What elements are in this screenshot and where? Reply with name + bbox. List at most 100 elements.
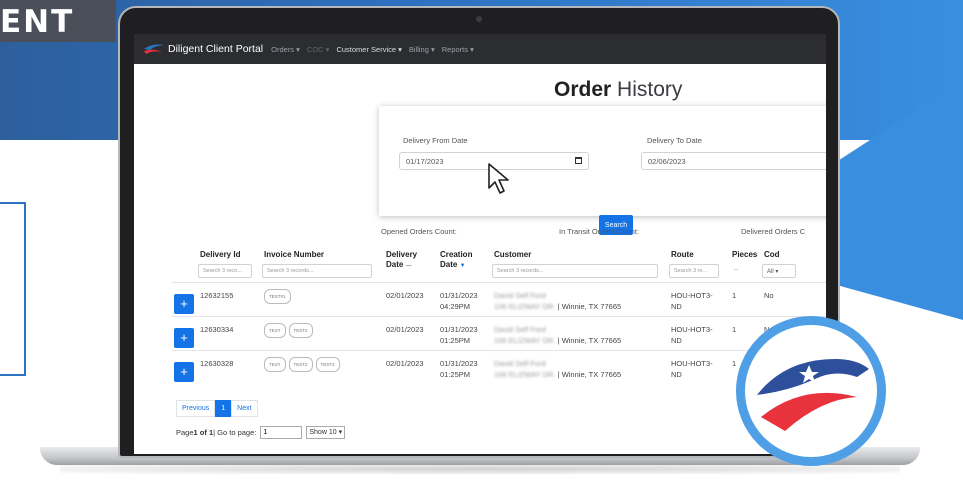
page-1-button[interactable]: 1 xyxy=(215,400,232,417)
pagination: Previous 1 Next xyxy=(176,400,258,417)
cell-invoice-tags: TEST TEST2 xyxy=(264,323,316,338)
creation-date: 01/31/2023 xyxy=(440,359,478,368)
route-line1: HOU-HOT3- xyxy=(671,291,713,300)
banner-title-box: ENT xyxy=(0,0,116,42)
col-customer[interactable]: Customer xyxy=(494,250,531,260)
to-date-input[interactable]: 02/06/2023 xyxy=(641,152,826,170)
route-line1: HOU-HOT3- xyxy=(671,359,713,368)
row-divider xyxy=(172,316,826,317)
col-delivery-date-line1: Delivery xyxy=(386,250,418,259)
customer-filter-input[interactable]: Search 3 records... xyxy=(492,264,658,278)
next-page-button[interactable]: Next xyxy=(231,400,258,417)
from-date-value: 01/17/2023 xyxy=(406,157,444,166)
mouse-cursor-icon xyxy=(488,163,509,194)
route-line2: ND xyxy=(671,336,682,345)
creation-time: 04:29PM xyxy=(440,302,471,311)
expand-row-button[interactable]: + xyxy=(174,294,194,314)
col-cod[interactable]: Cod xyxy=(764,250,780,260)
sort-desc-icon: ▼ xyxy=(459,263,466,269)
expand-row-button[interactable]: + xyxy=(174,362,194,382)
cell-delivery-id[interactable]: 12630328 xyxy=(200,358,233,369)
cell-pieces: 1 xyxy=(732,325,737,334)
page-prefix: Page xyxy=(176,428,194,437)
camera-icon xyxy=(476,16,482,22)
cell-invoice-tags: TEST#1 xyxy=(264,289,294,304)
sort-indicator-icon: — xyxy=(405,263,412,269)
cod-filter-select[interactable]: All ▾ xyxy=(762,264,796,278)
route-line1: HOU-HOT3- xyxy=(671,325,713,334)
nav-reports[interactable]: Reports ▾ xyxy=(442,45,474,54)
brand-name[interactable]: Diligent Client Portal xyxy=(168,43,263,55)
cell-delivery-date: 02/01/2023 xyxy=(386,291,424,300)
cell-delivery-id[interactable]: 12632155 xyxy=(200,290,233,301)
creation-time: 01:25PM xyxy=(440,370,471,379)
delivery-id-filter-input[interactable]: Search 3 reco... xyxy=(198,264,252,278)
cell-route: HOU-HOT3- ND xyxy=(671,324,713,346)
nav-orders[interactable]: Orders ▾ xyxy=(271,45,300,54)
from-date-label: Delivery From Date xyxy=(403,136,468,145)
cell-delivery-id[interactable]: 12630334 xyxy=(200,324,233,335)
page-title-rest: History xyxy=(611,78,683,101)
goto-page-input[interactable] xyxy=(260,426,303,439)
cell-pieces: 1 xyxy=(732,359,737,368)
col-invoice-number[interactable]: Invoice Number xyxy=(264,250,324,260)
laptop-shadow xyxy=(60,464,900,474)
laptop-lid: Diligent Client Portal Orders ▾ COC ▾ Cu… xyxy=(118,6,840,458)
background-outline-box xyxy=(0,202,26,376)
top-navbar: Diligent Client Portal Orders ▾ COC ▾ Cu… xyxy=(134,34,826,64)
page-title-bold: Order xyxy=(554,78,612,101)
nav-customer-service[interactable]: Customer Service ▾ xyxy=(336,45,401,54)
previous-page-button[interactable]: Previous xyxy=(176,400,216,417)
col-delivery-date[interactable]: Delivery Date — xyxy=(386,250,417,271)
creation-time: 01:25PM xyxy=(440,336,471,345)
cell-creation-date: 01/31/2023 01:25PM xyxy=(440,324,478,346)
route-filter-input[interactable]: Search 3 re... xyxy=(669,264,719,278)
invoice-tag: TEST2 xyxy=(288,323,313,338)
cell-pieces: 1 xyxy=(732,291,737,300)
cod-filter-value: All xyxy=(767,269,774,275)
cell-invoice-tags: TEST TEST2 TEST3 xyxy=(264,357,343,372)
invoice-tag: TEST xyxy=(264,323,286,338)
opened-orders-count: Opened Orders Count: xyxy=(381,227,457,236)
to-date-label: Delivery To Date xyxy=(647,136,702,145)
goto-label: | Go to page: xyxy=(213,428,257,437)
col-delivery-id[interactable]: Delivery Id xyxy=(200,250,240,260)
cell-delivery-date: 02/01/2023 xyxy=(386,325,424,334)
table-divider xyxy=(172,282,826,283)
page-title: Order History xyxy=(554,78,682,102)
cell-cod: No xyxy=(764,291,774,300)
invoice-tag: TEST2 xyxy=(288,357,313,372)
nav-coc[interactable]: COC ▾ xyxy=(307,45,330,54)
delivered-orders-count: Delivered Orders C xyxy=(741,227,806,236)
calendar-icon[interactable] xyxy=(575,157,582,164)
cell-route: HOU-HOT3- ND xyxy=(671,358,713,380)
col-creation-date[interactable]: Creation Date ▼ xyxy=(440,250,472,271)
col-creation-date-line2: Date xyxy=(440,260,458,269)
customer-address: 106 ELIZWAY DR. xyxy=(494,336,556,345)
route-line2: ND xyxy=(671,302,682,311)
expand-row-button[interactable]: + xyxy=(174,328,194,348)
invoice-tag: TEST3 xyxy=(315,357,340,372)
col-route[interactable]: Route xyxy=(671,250,694,260)
cell-route: HOU-HOT3- ND xyxy=(671,290,713,312)
col-pieces[interactable]: Pieces xyxy=(732,250,757,260)
nav-billing[interactable]: Billing ▾ xyxy=(409,45,435,54)
cell-customer: David Self Ford 106 ELIZWAY DR. | Winnie… xyxy=(494,358,621,380)
cell-delivery-date: 02/01/2023 xyxy=(386,359,424,368)
invoice-filter-input[interactable]: Search 3 records... xyxy=(262,264,372,278)
customer-name: David Self Ford xyxy=(494,359,546,368)
cell-customer: David Self Ford 106 ELIZWAY DR. | Winnie… xyxy=(494,290,621,312)
chevron-down-icon: ▾ xyxy=(338,429,343,436)
in-transit-orders-count: In Transit Orders Count: xyxy=(559,227,640,236)
creation-date: 01/31/2023 xyxy=(440,291,478,300)
page-size-value: Show 10 xyxy=(309,429,337,436)
creation-date: 01/31/2023 xyxy=(440,325,478,334)
brand-logo-icon[interactable] xyxy=(144,43,164,55)
pieces-filter[interactable]: -- xyxy=(734,265,738,276)
page-size-select[interactable]: Show 10 ▾ xyxy=(306,426,346,439)
page-info: Page 1 of 1 | Go to page: Show 10 ▾ xyxy=(176,426,346,439)
col-creation-date-line1: Creation xyxy=(440,250,473,259)
customer-address: 106 ELIZWAY DR. xyxy=(494,302,556,311)
cell-creation-date: 01/31/2023 04:29PM xyxy=(440,290,478,312)
invoice-tag: TEST#1 xyxy=(264,289,291,304)
